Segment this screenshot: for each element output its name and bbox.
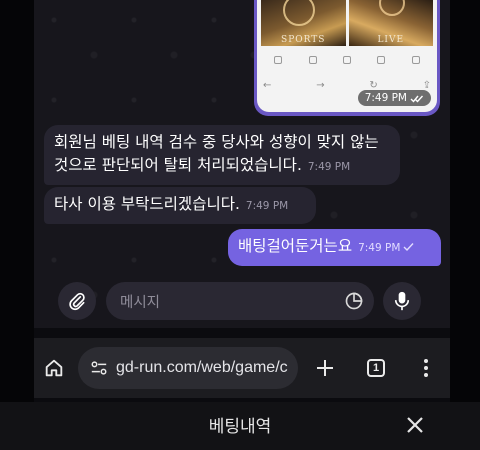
screen: SPORTS LIVE ← → ↻ ⇪ 7:49 PM 회원님 베팅 내역 검수…: [0, 0, 480, 450]
message-time: 7:49 PM: [245, 200, 289, 212]
address-bar[interactable]: gd-run.com/web/game/c: [78, 347, 298, 389]
single-check-icon: [403, 243, 414, 252]
nav-icon: [308, 56, 317, 64]
live-tile: LIVE: [348, 0, 433, 46]
nav-icon: [274, 56, 283, 64]
message-time: 7:49 PM: [358, 242, 401, 254]
tabs-icon: 1: [367, 359, 385, 377]
right-gutter: [450, 0, 480, 450]
reload-icon: ↻: [369, 79, 378, 91]
share-icon: ⇪: [422, 79, 431, 91]
more-vert-icon: [424, 359, 428, 377]
browser-toolbar: gd-run.com/web/game/c 1: [34, 338, 450, 398]
ball-graphic: [283, 0, 315, 26]
media-time: 7:49 PM: [364, 92, 407, 104]
nav-icon: [377, 56, 386, 64]
message-text: 배팅걸어둔거는요: [238, 237, 353, 255]
nav-icon: [342, 56, 351, 64]
tab-switcher-button[interactable]: 1: [364, 356, 388, 380]
message-text: 타사 이용 부탁드리겠습니다.: [54, 195, 240, 213]
media-message[interactable]: SPORTS LIVE ← → ↻ ⇪ 7:49 PM: [254, 0, 440, 116]
plus-icon: [317, 360, 333, 376]
media-nav-icons: [261, 48, 433, 72]
home-icon: [45, 359, 63, 377]
home-button[interactable]: [42, 356, 66, 380]
nav-icon: [411, 56, 420, 64]
incoming-message[interactable]: 회원님 베팅 내역 검수 중 당사와 성향이 맞지 않는것으로 판단되어 탈퇴 …: [44, 125, 400, 185]
bottom-sheet-header: 베팅내역: [0, 402, 480, 450]
incoming-message[interactable]: 타사 이용 부탁드리겠습니다. 7:49 PM: [44, 187, 316, 224]
message-input[interactable]: 메시지: [106, 282, 374, 320]
message-time: 7:49 PM: [307, 161, 351, 173]
voice-message-button[interactable]: [383, 282, 421, 320]
message-composer: 메시지: [58, 282, 422, 320]
media-timestamp: 7:49 PM: [357, 90, 431, 106]
message-input-placeholder: 메시지: [120, 294, 161, 311]
back-arrow-icon: ←: [263, 79, 272, 91]
live-tile-label: LIVE: [377, 35, 405, 45]
media-banner: SPORTS LIVE: [261, 0, 433, 46]
left-gutter: [0, 0, 34, 450]
sticker-icon[interactable]: [344, 291, 364, 311]
url-text: gd-run.com/web/game/c: [116, 359, 288, 376]
new-tab-button[interactable]: [312, 355, 338, 381]
site-settings-icon[interactable]: [90, 360, 108, 376]
attach-button[interactable]: [58, 282, 96, 320]
media-image[interactable]: SPORTS LIVE ← → ↻ ⇪ 7:49 PM: [257, 0, 437, 112]
sports-tile: SPORTS: [261, 0, 346, 46]
close-icon[interactable]: [404, 414, 426, 436]
outgoing-message[interactable]: 배팅걸어둔거는요 7:49 PM: [228, 229, 441, 266]
mic-icon: [394, 291, 410, 311]
forward-arrow-icon: →: [316, 79, 325, 91]
double-check-icon: [410, 95, 424, 103]
sports-tile-label: SPORTS: [281, 35, 326, 45]
browser-menu-button[interactable]: [414, 356, 438, 380]
trophy-graphic: [378, 0, 405, 16]
paperclip-icon: [69, 292, 85, 311]
